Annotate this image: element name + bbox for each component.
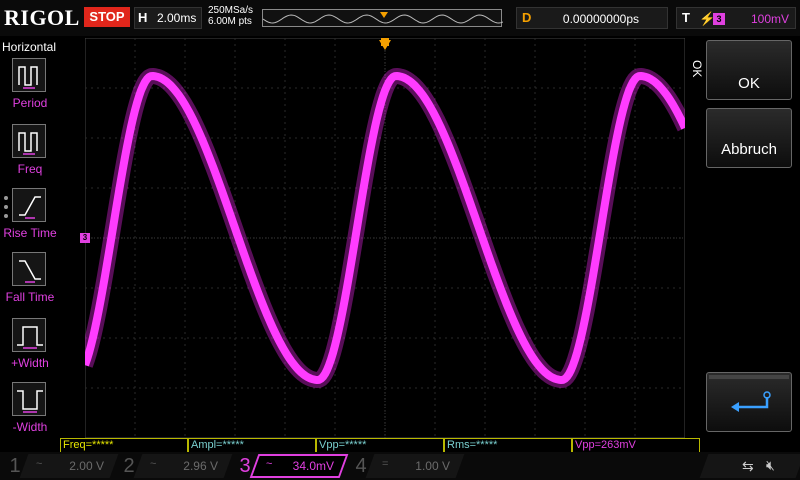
memory-depth: 6.00M pts [208,16,252,27]
ch3-offset-marker[interactable]: 3 [80,233,90,243]
channel-number: 4 [355,455,367,477]
channel-4-tab[interactable]: 4 = 1.00 V [348,454,465,478]
enter-icon [731,391,771,412]
coupling-icon: ~ [36,458,43,470]
delay-label: D [522,10,532,25]
measurement-freq[interactable]: Freq=***** [60,438,188,452]
menu-title: Horizontal [2,40,57,54]
channel-1-tab[interactable]: 1 ~ 2.00 V [2,454,119,478]
menu-item-label: +Width [11,356,49,370]
fall-time-icon [12,252,46,286]
menu-item-neg-width[interactable]: -Width [0,382,60,442]
channel-scale: 34.0mV [292,459,334,473]
horizontal-measure-menu: Horizontal Period Freq Rise Time Fall Ti… [0,36,60,452]
channel-number: 1 [9,455,21,477]
freq-icon [12,124,46,158]
neg-width-icon [12,382,46,416]
menu-item-label: Fall Time [5,290,55,304]
menu-item-pos-width[interactable]: +Width [0,318,60,378]
measurement-rms[interactable]: Rms=***** [444,438,572,452]
memory-overview-strip[interactable] [262,9,503,27]
channel-bar: 1 ~ 2.00 V 2 ~ 2.96 V 3 ~ 34.0mV 4 = 1.0… [0,452,800,480]
memory-overview-waveform [263,12,503,24]
menu-item-label: Freq [17,162,43,176]
ok-button[interactable]: OK [706,40,792,100]
measurement-vpp-ch3[interactable]: Vpp=263mV [572,438,700,452]
channel-scale: 2.96 V [183,459,218,473]
enter-button[interactable] [706,372,792,432]
menu-item-period[interactable]: Period [0,58,60,118]
trigger-level: 100mV [750,12,789,26]
channel-number: 2 [123,455,135,477]
menu-item-label: -Width [12,420,48,434]
acquisition-info: 250MSa/s 6.00M pts [208,5,253,27]
channel-2-tab[interactable]: 2 ~ 2.96 V [116,454,233,478]
delay-value: 0.00000000ps [562,12,639,26]
timebase-value: 2.00ms [157,11,197,25]
measurement-ampl[interactable]: Ampl=***** [188,438,316,452]
sample-rate: 250MSa/s [208,5,254,16]
trigger-position-flag [381,38,389,46]
timebase-box[interactable]: H 2.00ms [134,7,202,29]
softkey-panel: OK OK Abbruch [690,36,800,452]
delay-box[interactable]: D 0.00000000ps [516,7,668,29]
pos-width-icon [12,318,46,352]
trigger-source-badge: 3 [713,13,725,25]
channel-3-tab[interactable]: 3 ~ 34.0mV [232,454,349,478]
trigger-label: T [682,10,690,25]
menu-item-freq[interactable]: Freq [0,124,60,184]
menu-item-fall-time[interactable]: Fall Time [0,252,60,312]
menu-item-rise-time[interactable]: Rise Time [0,188,60,248]
usb-icon: ⇆ [742,458,754,474]
speaker-mute-icon[interactable]: 🔇︎ [766,457,775,474]
menu-item-label: Rise Time [3,226,57,240]
cancel-button-label: Abbruch [721,141,777,158]
channel-scale: 2.00 V [69,459,104,473]
coupling-icon: ~ [266,458,273,470]
ok-button-label: OK [738,75,760,92]
channel-scale: 1.00 V [415,459,450,473]
cancel-button[interactable]: Abbruch [706,108,792,168]
trigger-position-marker-icon [380,12,388,18]
coupling-icon: = [382,458,389,470]
measurement-bar: Freq=***** Ampl=***** Vpp=***** Rms=****… [60,438,700,452]
channel-number: 3 [239,455,251,477]
measurement-vpp[interactable]: Vpp=***** [316,438,444,452]
coupling-icon: ~ [150,458,157,470]
run-stop-indicator[interactable]: STOP [84,7,130,27]
timebase-label: H [138,10,148,25]
period-icon [12,58,46,92]
rigol-logo: RIGOL [4,5,80,30]
menu-item-label: Period [12,96,48,110]
waveform-graticule[interactable] [85,38,685,438]
trigger-box[interactable]: T ⚡ 3 100mV [676,7,796,29]
rise-time-icon [12,188,46,222]
top-status-bar: RIGOL STOP H 2.00ms 250MSa/s 6.00M pts D… [0,0,800,36]
softkey-side-label: OK [690,60,704,78]
